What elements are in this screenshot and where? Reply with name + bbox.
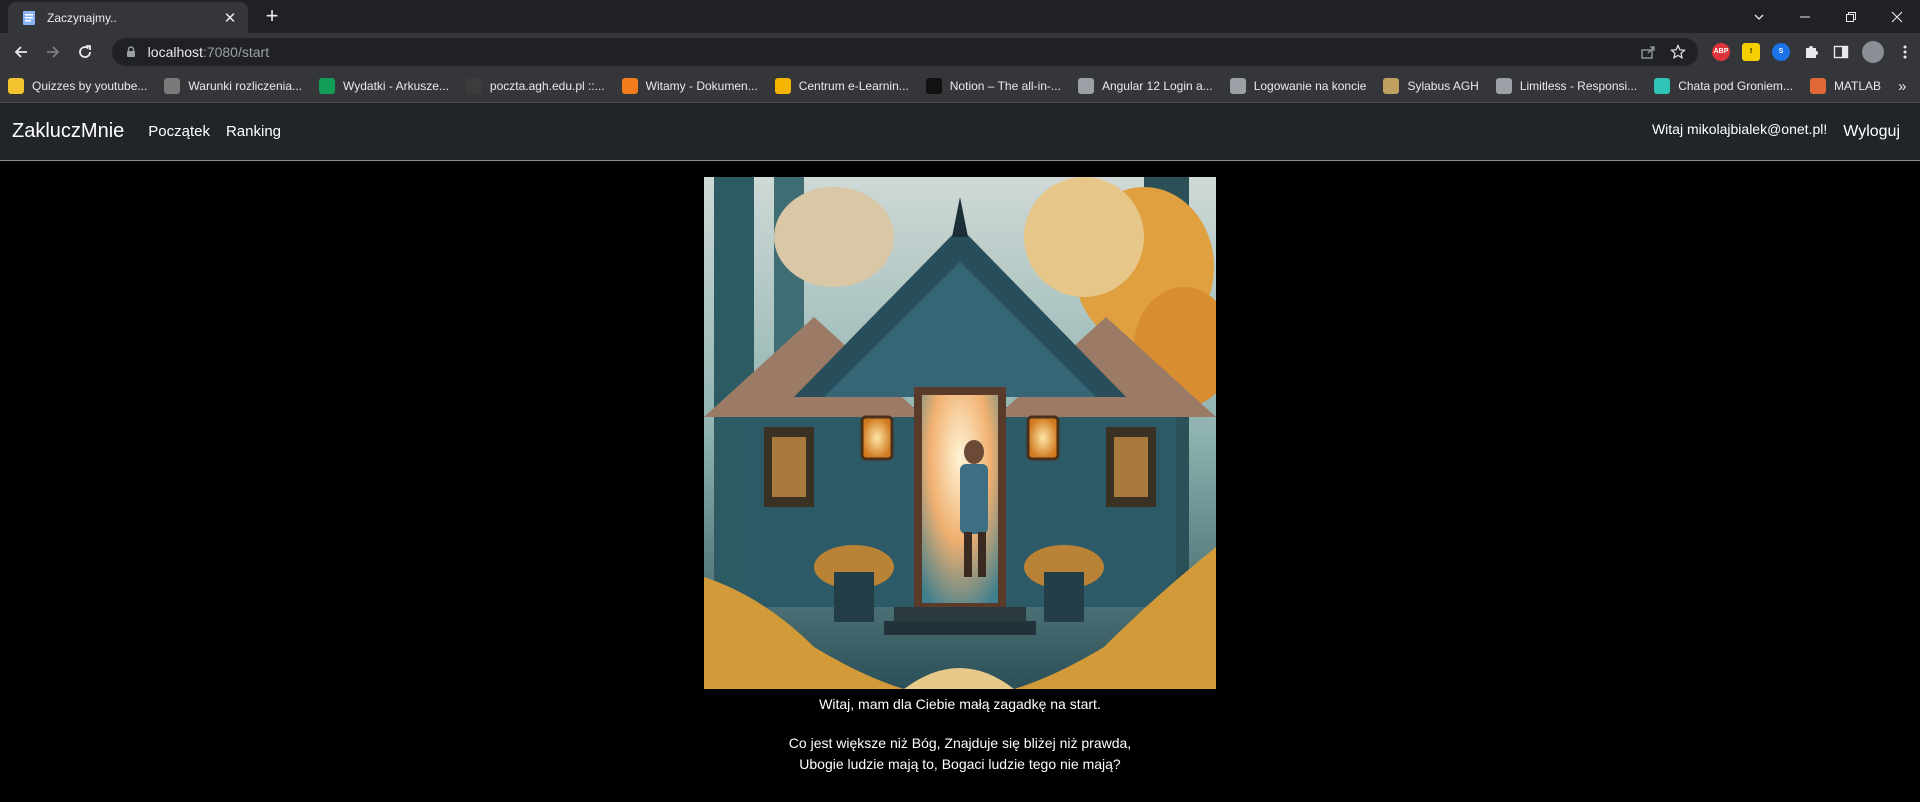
share-icon[interactable] <box>1640 44 1656 60</box>
intro-text: Witaj, mam dla Ciebie małą zagadkę na st… <box>819 696 1101 712</box>
bookmark-label: Chata pod Groniem... <box>1678 79 1793 93</box>
close-window-icon[interactable] <box>1874 0 1920 33</box>
user-greeting: Witaj mikolajbialek@onet.pl! <box>1651 120 1828 137</box>
profile-avatar-icon[interactable] <box>1862 40 1884 63</box>
main-content: Witaj, mam dla Ciebie małą zagadkę na st… <box>0 161 1920 801</box>
bookmark-item[interactable]: Logowanie na koncie <box>1229 78 1367 94</box>
bookmark-label: poczta.agh.edu.pl ::... <box>489 79 605 93</box>
mail-icon <box>465 78 482 94</box>
cabin-illustration <box>704 177 1216 689</box>
back-arrow-icon[interactable] <box>6 37 36 67</box>
reload-icon[interactable] <box>70 37 100 67</box>
bookmarks-bar: Quizzes by youtube... Warunki rozliczenia… <box>0 70 1920 103</box>
address-bar[interactable]: localhost:7080/start <box>111 37 1698 66</box>
extensions-area: ABP ! S <box>1712 40 1914 63</box>
bookmark-item[interactable]: Warunki rozliczenia... <box>164 78 302 94</box>
bookmark-item[interactable]: Witamy - Dokumen... <box>621 78 758 94</box>
nav-link-start[interactable]: Początek <box>148 123 210 140</box>
forward-arrow-icon[interactable] <box>38 37 68 67</box>
bookmark-item[interactable]: Chata pod Groniem... <box>1654 78 1793 94</box>
bookmark-label: Limitless - Responsi... <box>1519 79 1638 93</box>
bookmark-label: Quizzes by youtube... <box>32 79 148 93</box>
close-tab-icon[interactable]: ✕ <box>222 9 238 27</box>
nav-link-ranking[interactable]: Ranking <box>226 123 281 140</box>
riddle-text: Co jest większe niż Bóg, Znajduje się bl… <box>0 733 1920 775</box>
bookmark-label: Logowanie na koncie <box>1253 79 1367 93</box>
bookmark-label: Sylabus AGH <box>1407 79 1479 93</box>
bookmark-label: Angular 12 Login a... <box>1101 79 1213 93</box>
sheets-icon <box>319 78 335 94</box>
brand-logo[interactable]: ZakluczMnie <box>12 120 124 143</box>
bookmarks-overflow-chevron[interactable]: » <box>1898 78 1912 95</box>
tab-search-icon[interactable] <box>1736 0 1782 33</box>
yellow-extension-icon[interactable]: ! <box>1742 42 1760 61</box>
lock-icon[interactable] <box>124 45 138 59</box>
app-navbar: ZakluczMnie Początek Ranking Witaj mikol… <box>0 103 1920 161</box>
elearning-icon <box>774 78 791 94</box>
bookmark-item[interactable]: Quizzes by youtube... <box>8 78 147 94</box>
bookmark-item[interactable]: Sylabus AGH <box>1383 78 1479 94</box>
adblock-plus-icon[interactable]: ABP <box>1712 42 1730 61</box>
riddle-line-2: Ubogie ludzie mają to, Bogaci ludzie teg… <box>799 756 1121 772</box>
logout-link[interactable]: Wyloguj <box>1843 123 1900 141</box>
url-path: :7080/start <box>202 43 270 60</box>
bookmark-label: Wydatki - Arkusze... <box>343 79 449 93</box>
side-panel-icon[interactable] <box>1832 43 1850 61</box>
shazam-icon[interactable]: S <box>1772 42 1790 61</box>
yellow-square-icon <box>8 78 24 94</box>
bookmark-star-icon[interactable] <box>1670 43 1686 60</box>
riddle-line-1: Co jest większe niż Bóg, Znajduje się bl… <box>788 735 1132 751</box>
grey-circle-e-icon <box>164 78 181 94</box>
window-controls <box>1736 0 1920 33</box>
puzzle-extensions-icon[interactable] <box>1802 43 1820 61</box>
minimize-icon[interactable] <box>1782 0 1828 33</box>
bookmark-item[interactable]: Limitless - Responsi... <box>1495 78 1638 94</box>
bookmark-item[interactable]: Wydatki - Arkusze... <box>319 78 449 94</box>
url-host: localhost <box>147 43 203 60</box>
bookmark-label: Notion – The all-in-... <box>949 79 1061 93</box>
bookmark-item[interactable]: Notion – The all-in-... <box>925 78 1061 94</box>
bookmark-item[interactable]: poczta.agh.edu.pl ::... <box>465 78 605 94</box>
globe-icon <box>1229 78 1246 94</box>
matlab-icon <box>1809 78 1826 94</box>
restore-icon[interactable] <box>1828 0 1874 33</box>
bookmark-label: MATLAB <box>1833 79 1882 93</box>
new-tab-icon[interactable]: + <box>260 5 284 29</box>
kebab-menu-icon[interactable] <box>1896 43 1914 61</box>
notion-icon <box>925 78 942 94</box>
bookmark-item[interactable]: MATLAB <box>1809 78 1882 94</box>
bookmark-label: Warunki rozliczenia... <box>188 79 302 93</box>
globe-icon <box>1495 78 1512 94</box>
browser-tab[interactable]: Zaczynajmy.. ✕ <box>8 2 248 33</box>
bookmark-label: Witamy - Dokumen... <box>645 79 758 93</box>
bookmark-label: Centrum e-Learnin... <box>798 79 909 93</box>
u-logo-icon <box>621 78 638 94</box>
browser-toolbar: localhost:7080/start ABP ! S <box>0 33 1920 70</box>
page-icon <box>1077 78 1094 94</box>
browser-tab-strip: Zaczynajmy.. ✕ + <box>0 0 1920 33</box>
bookmark-item[interactable]: Angular 12 Login a... <box>1077 78 1213 94</box>
chata-icon <box>1654 78 1671 94</box>
document-favicon-icon <box>23 10 35 25</box>
bookmark-item[interactable]: Centrum e-Learnin... <box>774 78 909 94</box>
tab-title: Zaczynajmy.. <box>47 10 117 25</box>
books-icon <box>1383 78 1400 94</box>
